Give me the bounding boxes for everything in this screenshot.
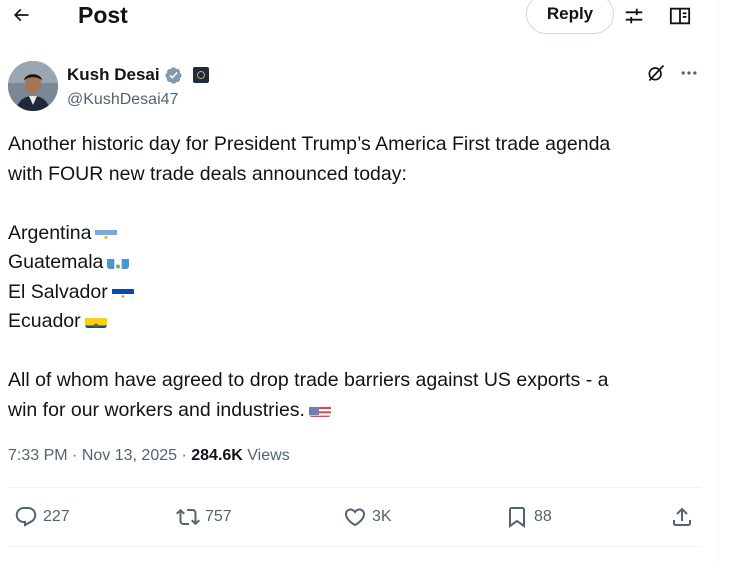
back-button[interactable] bbox=[8, 2, 34, 28]
bookmark-icon bbox=[509, 507, 525, 528]
flag-usa bbox=[308, 402, 331, 417]
more-button[interactable] bbox=[678, 62, 700, 84]
tweet-line: with FOUR new trade deals announced toda… bbox=[8, 162, 407, 185]
like-action[interactable]: 3K bbox=[343, 500, 392, 534]
views-label: Views bbox=[247, 447, 290, 464]
country-name: Ecuador bbox=[8, 310, 81, 332]
country-line-argentina: Argentina bbox=[8, 219, 698, 249]
country-line-ecuador: Ecuador bbox=[8, 307, 698, 337]
back-arrow-icon bbox=[13, 8, 29, 22]
country-line-guatemala: Guatemala bbox=[8, 248, 698, 278]
share-action[interactable] bbox=[670, 500, 694, 534]
avatar-photo bbox=[8, 61, 58, 111]
share-icon bbox=[673, 507, 691, 526]
reply-count: 227 bbox=[43, 508, 70, 525]
grok-button[interactable] bbox=[645, 62, 667, 84]
post-meta: 7:33 PM · Nov 13, 2025 · 284.6K Views bbox=[8, 445, 290, 467]
views-count: 284.6K bbox=[191, 447, 243, 464]
flag-argentina bbox=[95, 225, 118, 240]
tweet-line: All of whom have agreed to drop trade ba… bbox=[8, 369, 609, 391]
reply-action[interactable]: 227 bbox=[14, 500, 70, 534]
divider bbox=[8, 487, 701, 488]
tweet-line: win for our workers and industries. bbox=[8, 398, 305, 421]
page-title: Post bbox=[78, 2, 128, 28]
bookmark-count: 88 bbox=[534, 508, 552, 525]
repost-icon bbox=[176, 508, 200, 526]
like-count: 3K bbox=[372, 508, 392, 525]
avatar[interactable] bbox=[8, 61, 58, 111]
author-name-row[interactable]: Kush Desai bbox=[67, 65, 209, 85]
heart-icon bbox=[344, 508, 366, 527]
reader-button[interactable] bbox=[668, 4, 692, 28]
grok-icon bbox=[648, 64, 665, 82]
flag-el-salvador bbox=[111, 284, 134, 299]
meta-separator: · bbox=[72, 447, 78, 464]
tweet-line: Another historic day for President Trump… bbox=[8, 133, 611, 155]
reply-icon bbox=[15, 507, 37, 527]
bookmark-action[interactable]: 88 bbox=[505, 500, 552, 534]
author-handle[interactable]: @KushDesai47 bbox=[67, 90, 178, 110]
flag-guatemala bbox=[107, 254, 130, 269]
repost-count: 757 bbox=[205, 508, 232, 525]
sliders-icon bbox=[625, 8, 643, 24]
reader-icon bbox=[669, 7, 691, 25]
reply-button[interactable]: Reply bbox=[526, 0, 614, 34]
country-name: Guatemala bbox=[8, 251, 104, 273]
country-line-el-salvador: El Salvador bbox=[8, 278, 698, 308]
verified-badge-icon[interactable] bbox=[164, 66, 183, 85]
right-column-border bbox=[718, 0, 719, 563]
meta-separator: · bbox=[181, 447, 187, 464]
action-bar: 227 757 3K 88 bbox=[0, 500, 718, 534]
repost-action[interactable]: 757 bbox=[176, 500, 232, 534]
flag-ecuador bbox=[84, 313, 107, 328]
post-time[interactable]: 7:33 PM bbox=[8, 447, 68, 464]
author-name[interactable]: Kush Desai bbox=[67, 65, 160, 85]
tweet-text: Another historic day for President Trump… bbox=[8, 130, 698, 425]
post-header: Post Reply bbox=[0, 0, 718, 34]
post-date[interactable]: Nov 13, 2025 bbox=[82, 447, 177, 464]
country-name: El Salvador bbox=[8, 280, 108, 303]
country-name: Argentina bbox=[8, 221, 92, 244]
affiliate-badge-icon[interactable] bbox=[192, 67, 209, 83]
tweet-line-with-flag: win for our workers and industries. bbox=[8, 396, 698, 426]
divider bbox=[8, 546, 701, 547]
filters-button[interactable] bbox=[622, 4, 646, 28]
more-icon bbox=[681, 71, 697, 75]
